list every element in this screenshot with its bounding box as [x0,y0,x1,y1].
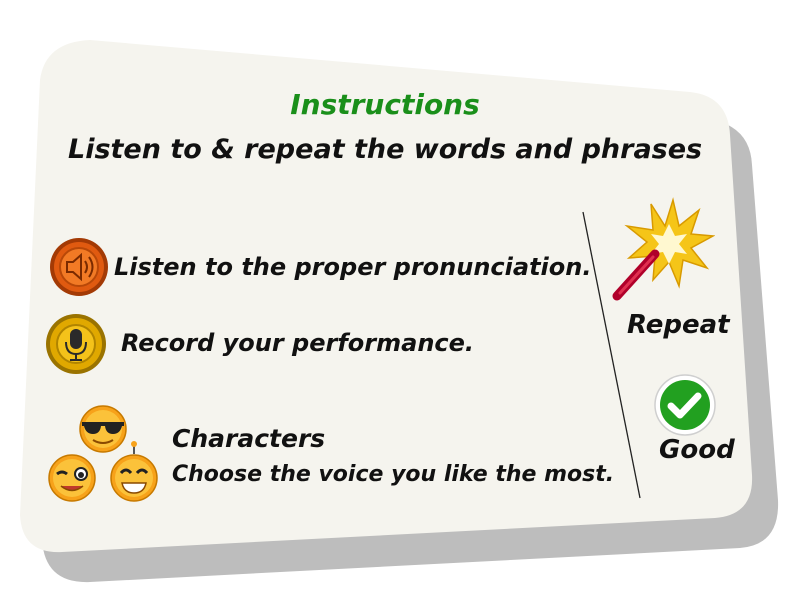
record-instruction: Record your performance. [121,329,475,357]
instructions-subtitle: Listen to & repeat the words and phrases [68,134,703,165]
repeat-label: Repeat [627,310,730,340]
winking-face-icon[interactable] [45,452,99,502]
microphone-icon[interactable] [44,312,108,376]
good-label: Good [659,435,735,465]
grinning-face-icon[interactable] [106,440,162,502]
instructions-title: Instructions [290,88,480,121]
firecracker-icon[interactable] [607,196,715,304]
characters-instruction: Choose the voice you like the most. [172,462,615,487]
speaker-icon[interactable] [48,236,110,298]
characters-title: Characters [172,424,326,453]
checkmark-icon[interactable] [653,373,717,437]
listen-instruction: Listen to the proper pronunciation. [114,253,592,281]
